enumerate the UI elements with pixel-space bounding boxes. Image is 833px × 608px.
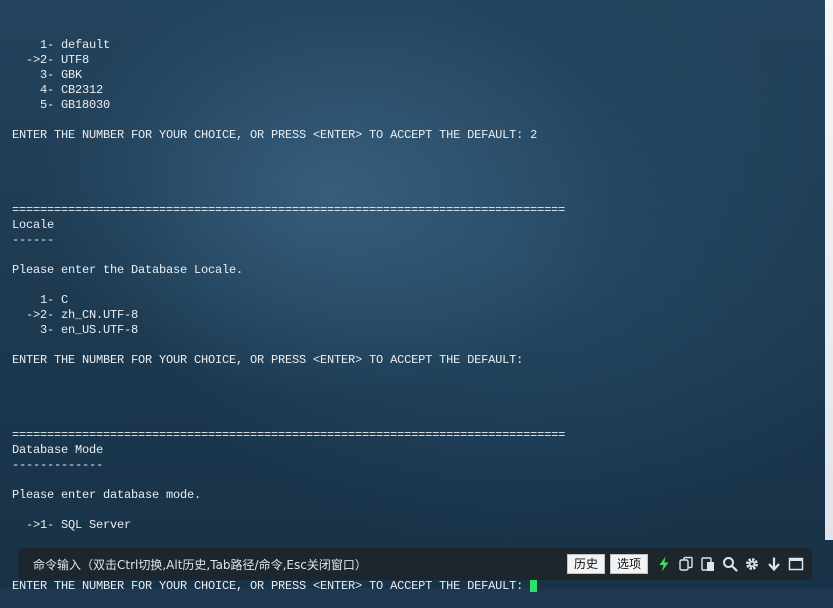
terminal-line: ------ <box>12 233 55 247</box>
lightning-icon[interactable] <box>656 556 672 572</box>
terminal-line: ->2- UTF8 <box>12 53 90 67</box>
command-input-bar[interactable]: 命令输入（双击Ctrl切换,Alt历史,Tab路径/命令,Esc关闭窗口） 历史… <box>18 548 812 580</box>
terminal-line: ========================================… <box>12 203 566 217</box>
options-button[interactable]: 选项 <box>609 554 648 574</box>
search-icon[interactable] <box>722 556 738 572</box>
terminal-lines: 1- default ->2- UTF8 3- GBK 4- CB2312 5-… <box>12 38 812 548</box>
terminal-line: Database Mode <box>12 443 104 457</box>
paste-icon[interactable] <box>700 556 716 572</box>
terminal-cursor <box>530 578 538 592</box>
terminal-line: 1- default <box>12 38 111 52</box>
terminal-output[interactable]: 1- default ->2- UTF8 3- GBK 4- CB2312 5-… <box>12 8 812 593</box>
gear-icon[interactable] <box>744 556 760 572</box>
terminal-line: 3- GBK <box>12 68 83 82</box>
terminal-line: Locale <box>12 218 55 232</box>
terminal-line: 5- GB18030 <box>12 98 111 112</box>
terminal-prompt-row[interactable]: ENTER THE NUMBER FOR YOUR CHOICE, OR PRE… <box>12 578 812 593</box>
terminal-line: ------------- <box>12 458 104 472</box>
terminal-line: Please enter the Database Locale. <box>12 263 244 277</box>
terminal-line: ENTER THE NUMBER FOR YOUR CHOICE, OR PRE… <box>12 353 524 367</box>
terminal-line: 4- CB2312 <box>12 83 104 97</box>
terminal-line: ENTER THE NUMBER FOR YOUR CHOICE, OR PRE… <box>12 128 538 142</box>
download-icon[interactable] <box>766 556 782 572</box>
terminal-line: ->1- SQL Server <box>12 518 132 532</box>
window-icon[interactable] <box>788 556 804 572</box>
copy-icon[interactable] <box>678 556 694 572</box>
terminal-line: 1- C <box>12 293 69 307</box>
terminal-line: Please enter database mode. <box>12 488 202 502</box>
history-button[interactable]: 历史 <box>566 554 605 574</box>
terminal-line: ->2- zh_CN.UTF-8 <box>12 308 139 322</box>
terminal-line: 3- en_US.UTF-8 <box>12 323 139 337</box>
terminal-line: ========================================… <box>12 428 566 442</box>
terminal-prompt: ENTER THE NUMBER FOR YOUR CHOICE, OR PRE… <box>12 579 524 593</box>
command-input-hint[interactable]: 命令输入（双击Ctrl切换,Alt历史,Tab路径/命令,Esc关闭窗口） <box>33 556 567 573</box>
